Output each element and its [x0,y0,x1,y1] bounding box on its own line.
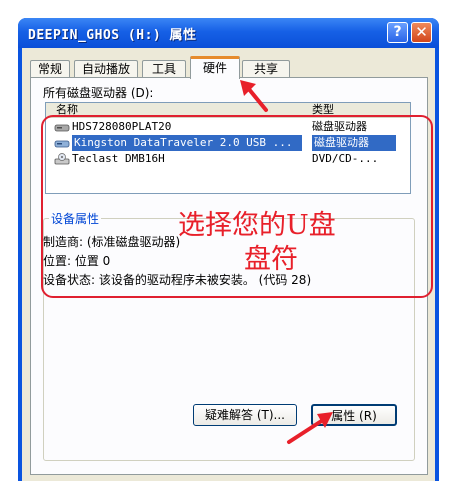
tab-autoplay[interactable]: 自动播放 [74,60,138,78]
devices-label: 所有磁盘驱动器 (D): [43,86,154,100]
tab-general[interactable]: 常规 [30,60,70,78]
title-bar[interactable]: DEEPIN_GHOS (H:) 属性 ? ✕ [18,18,439,48]
annotation-text-line2: 盘符 [244,244,298,275]
close-button[interactable]: ✕ [411,22,432,43]
tab-tools[interactable]: 工具 [142,60,186,78]
tab-hardware[interactable]: 硬件 [190,56,240,79]
help-button[interactable]: ? [387,22,408,43]
arrow-to-properties-button-icon [287,412,333,444]
tab-strip: 常规 自动播放 工具 硬件 共享 [30,56,430,79]
troubleshoot-button[interactable]: 疑难解答 (T)... [193,404,297,426]
window-title: DEEPIN_GHOS (H:) 属性 [28,28,197,43]
arrow-to-hardware-tab-icon [240,80,268,112]
